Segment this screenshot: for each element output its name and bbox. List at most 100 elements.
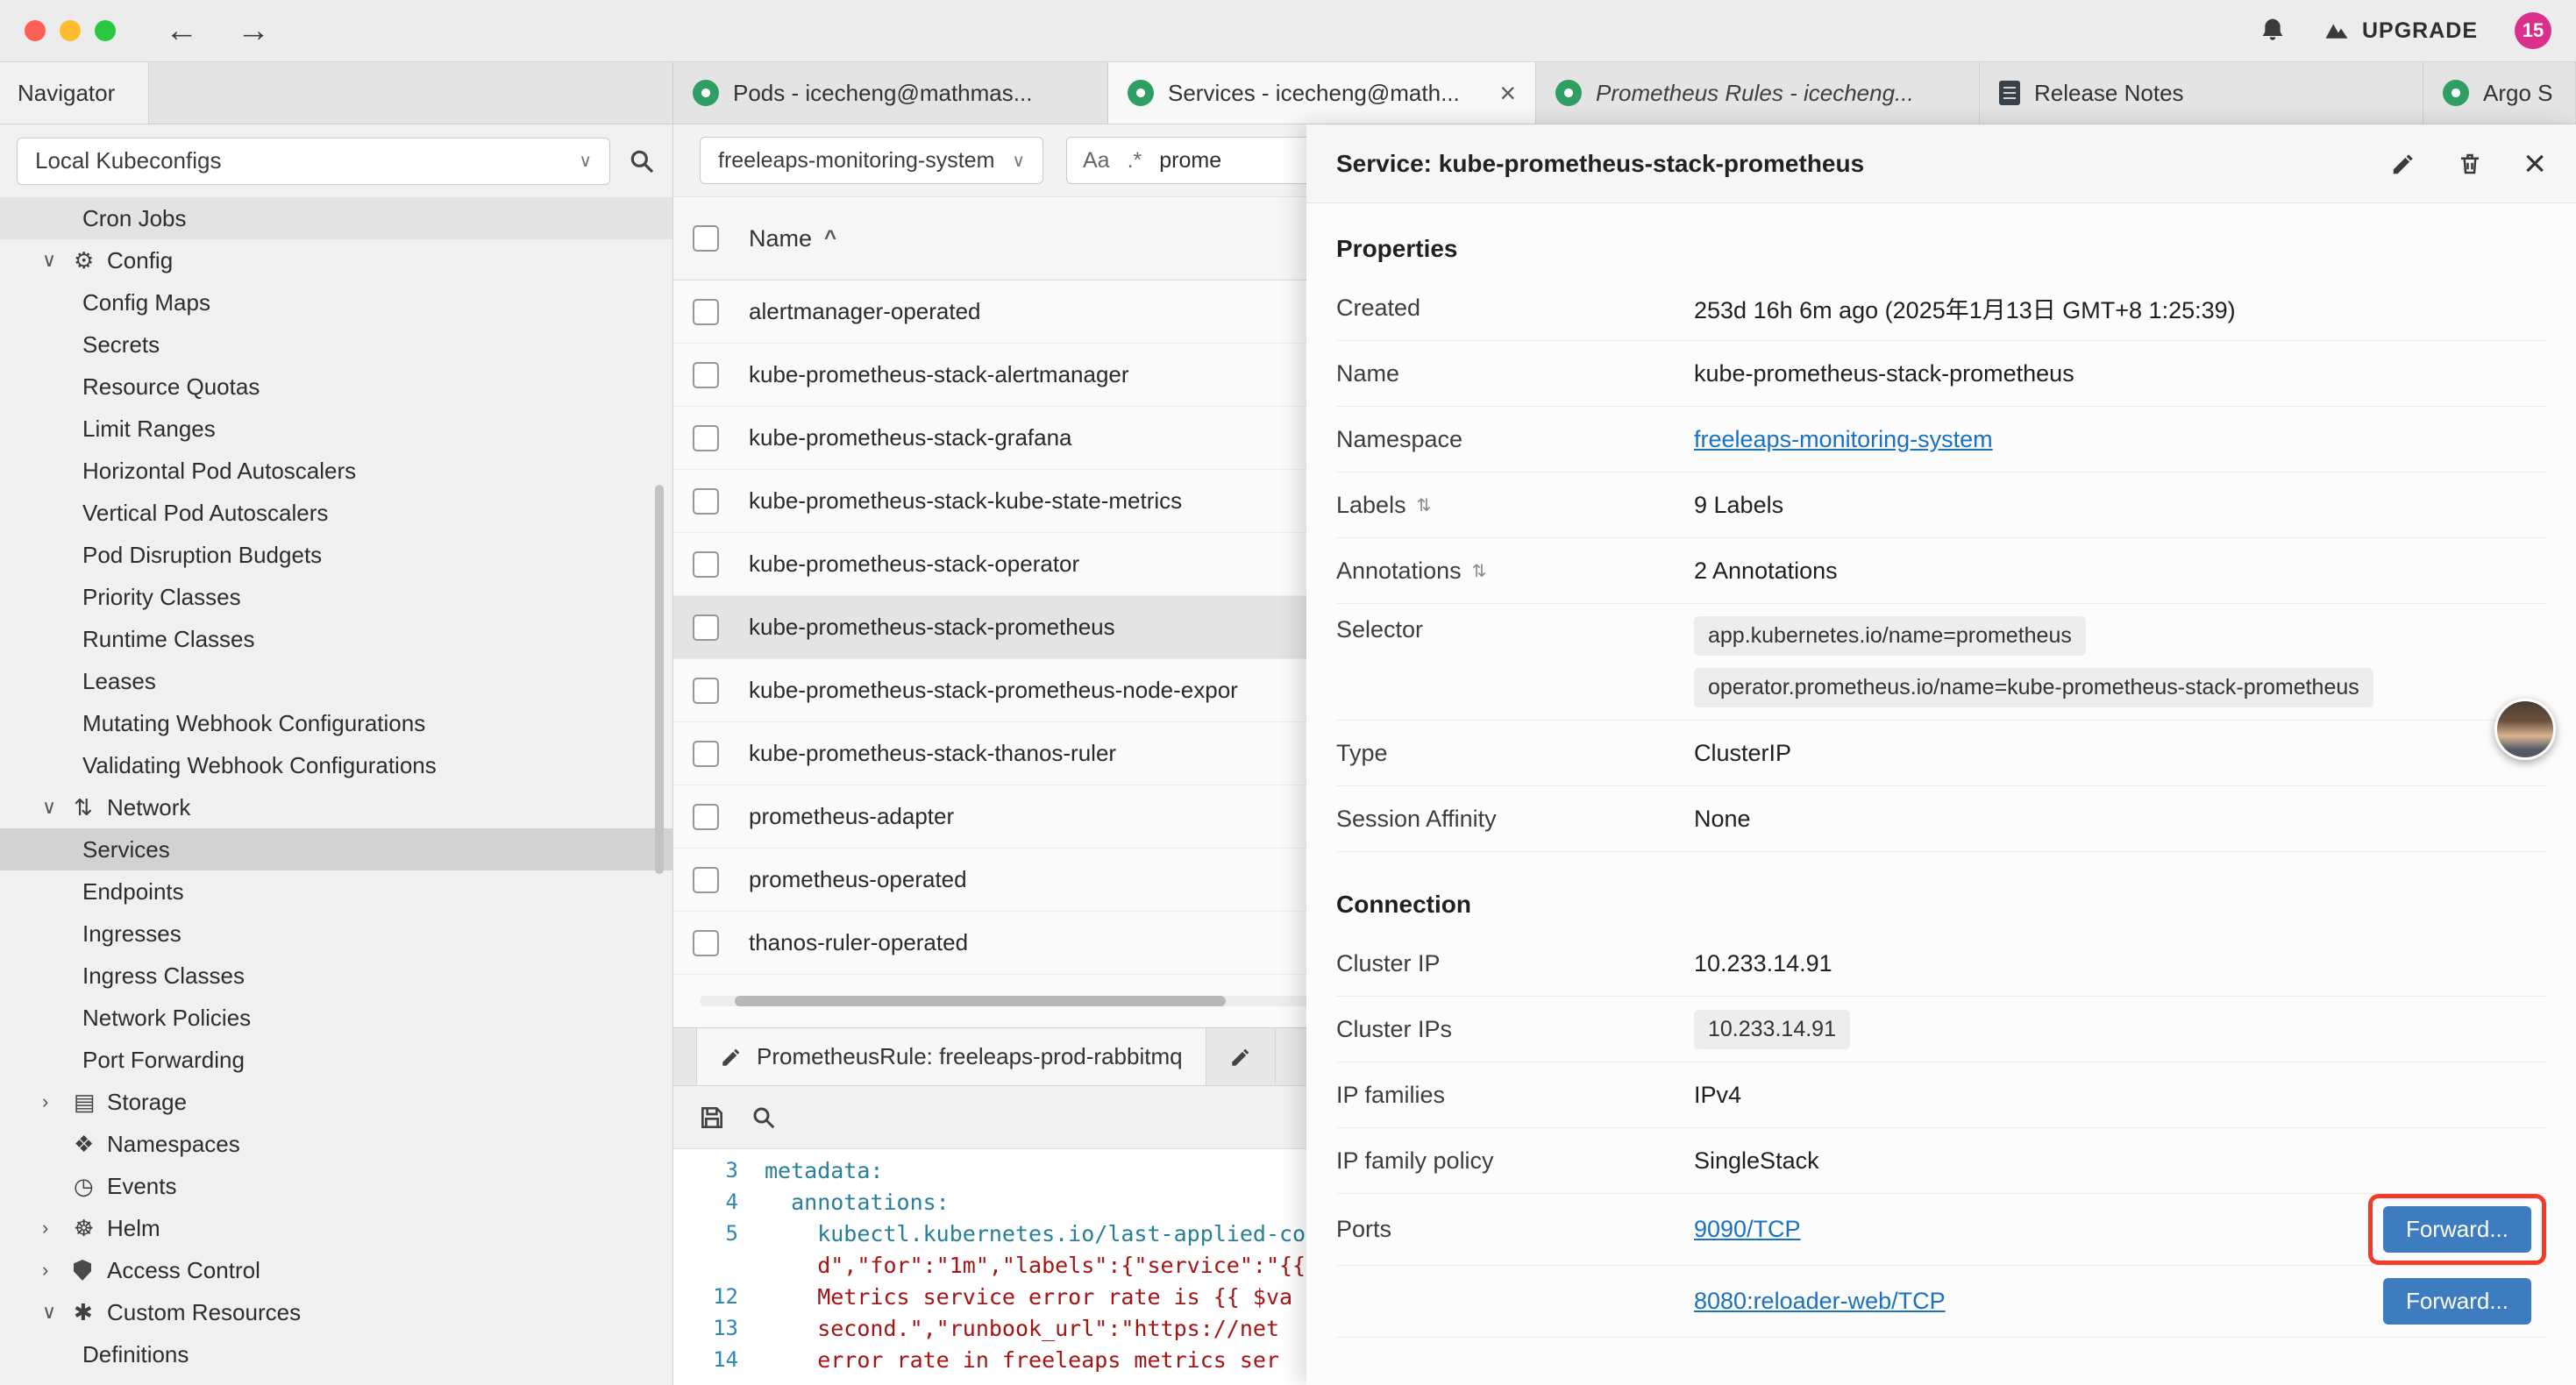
row-checkbox[interactable] xyxy=(693,299,719,325)
row-checkbox[interactable] xyxy=(693,425,719,451)
row-checkbox[interactable] xyxy=(693,551,719,578)
property-row-ports-2: 8080:reloader-web/TCP Forward... xyxy=(1336,1266,2546,1338)
tab-argo[interactable]: Argo S xyxy=(2423,62,2576,124)
sidebar-item-cron-jobs[interactable]: Cron Jobs xyxy=(0,197,672,239)
property-row-namespace: Namespace freeleaps-monitoring-system xyxy=(1336,407,2546,472)
sidebar-item-mutating-webhook-configurations[interactable]: Mutating Webhook Configurations xyxy=(0,702,672,744)
network-icon: ⇅ xyxy=(74,794,107,821)
sidebar-item-ingresses[interactable]: Ingresses xyxy=(0,913,672,955)
horizontal-scrollbar-thumb[interactable] xyxy=(735,996,1226,1006)
code-line: Metrics service error rate is {{ $va xyxy=(765,1284,1292,1310)
kubeconfig-select[interactable]: Local Kubeconfigs ∨ xyxy=(17,138,610,185)
match-case-toggle[interactable]: Aa xyxy=(1083,148,1110,174)
sidebar-item-endpoints[interactable]: Endpoints xyxy=(0,870,672,913)
row-checkbox[interactable] xyxy=(693,741,719,767)
sidebar-item-definitions[interactable]: Definitions xyxy=(0,1333,672,1375)
save-button[interactable] xyxy=(698,1104,726,1132)
upgrade-button[interactable]: UPGRADE xyxy=(2323,18,2478,44)
namespace-select[interactable]: freeleaps-monitoring-system ∨ xyxy=(700,137,1043,184)
port-link-8080-reloader-web[interactable]: 8080:reloader-web/TCP xyxy=(1694,1288,1946,1315)
sidebar-item-services[interactable]: Services xyxy=(0,828,672,870)
zoom-window-button[interactable] xyxy=(95,20,116,41)
tab-services[interactable]: Services - icecheng@math... × xyxy=(1108,62,1536,124)
drawer-title: Service: kube-prometheus-stack-prometheu… xyxy=(1336,150,1864,178)
tab-release-notes[interactable]: Release Notes xyxy=(1980,62,2423,124)
notification-bell-icon[interactable] xyxy=(2259,17,2287,45)
namespace-link[interactable]: freeleaps-monitoring-system xyxy=(1694,426,1993,453)
editor-search-button[interactable] xyxy=(751,1104,777,1131)
code-line: error rate in freeleaps metrics ser xyxy=(765,1347,1279,1373)
section-heading-properties: Properties xyxy=(1336,235,2546,263)
notification-count-badge[interactable]: 15 xyxy=(2515,12,2551,49)
row-checkbox[interactable] xyxy=(693,678,719,704)
forward-port-button[interactable]: Forward... xyxy=(2383,1278,2531,1325)
regex-toggle[interactable]: .* xyxy=(1128,148,1142,174)
sidebar-item-priority-classes[interactable]: Priority Classes xyxy=(0,576,672,618)
forward-button-wrap: Forward... xyxy=(2368,1266,2546,1337)
sidebar-item-runtime-classes[interactable]: Runtime Classes xyxy=(0,618,672,660)
dock-tab-partial[interactable] xyxy=(1206,1028,1276,1085)
sidebar-item-custom-resources[interactable]: ∨ ✱ Custom Resources xyxy=(0,1291,672,1333)
close-tab-icon[interactable]: × xyxy=(1499,79,1516,107)
sidebar-scrollbar[interactable] xyxy=(655,485,664,874)
sidebar-item-network-policies[interactable]: Network Policies xyxy=(0,997,672,1039)
row-checkbox[interactable] xyxy=(693,930,719,956)
forward-port-button[interactable]: Forward... xyxy=(2383,1206,2531,1253)
property-row-labels: Labels⇅ 9 Labels xyxy=(1336,472,2546,538)
sidebar-item-namespaces[interactable]: ❖ Namespaces xyxy=(0,1123,672,1165)
chevron-right-icon: › xyxy=(42,1217,74,1239)
property-row-cluster-ip: Cluster IP 10.233.14.91 xyxy=(1336,931,2546,997)
helm-icon: ☸ xyxy=(74,1215,107,1242)
kubernetes-cluster-icon xyxy=(2443,80,2469,106)
sidebar-item-events[interactable]: ◷ Events xyxy=(0,1165,672,1207)
edit-icon xyxy=(720,1046,743,1069)
navigator-tab[interactable]: Navigator xyxy=(0,62,149,124)
row-checkbox[interactable] xyxy=(693,614,719,641)
sidebar-item-validating-webhook-configurations[interactable]: Validating Webhook Configurations xyxy=(0,744,672,786)
sidebar-item-storage[interactable]: › ▤ Storage xyxy=(0,1081,672,1123)
back-button[interactable]: ← xyxy=(165,14,198,47)
sidebar-item-secrets[interactable]: Secrets xyxy=(0,323,672,366)
row-checkbox[interactable] xyxy=(693,867,719,893)
minimize-window-button[interactable] xyxy=(60,20,81,41)
delete-button[interactable] xyxy=(2457,151,2483,177)
row-checkbox[interactable] xyxy=(693,488,719,515)
select-all-checkbox[interactable] xyxy=(693,225,719,252)
sidebar-item-network[interactable]: ∨ ⇅ Network xyxy=(0,786,672,828)
sidebar-item-limit-ranges[interactable]: Limit Ranges xyxy=(0,408,672,450)
close-window-button[interactable] xyxy=(25,20,46,41)
chevron-down-icon: ∨ xyxy=(1012,150,1025,172)
config-icon: ⚙ xyxy=(74,247,107,274)
code-line: metadata: xyxy=(765,1158,883,1183)
sort-toggle-icon[interactable]: ⇅ xyxy=(1472,560,1487,582)
tab-prometheus-rules[interactable]: Prometheus Rules - icecheng... xyxy=(1536,62,1980,124)
sidebar-item-leases[interactable]: Leases xyxy=(0,660,672,702)
forward-button[interactable]: → xyxy=(237,14,270,47)
sidebar-item-pod-disruption-budgets[interactable]: Pod Disruption Budgets xyxy=(0,534,672,576)
dock-tab-prometheusrule[interactable]: PrometheusRule: freeleaps-prod-rabbitmq xyxy=(696,1028,1206,1085)
sidebar-item-config-maps[interactable]: Config Maps xyxy=(0,281,672,323)
kubernetes-cluster-icon xyxy=(693,80,719,106)
close-drawer-button[interactable]: × xyxy=(2523,145,2546,183)
row-checkbox[interactable] xyxy=(693,804,719,830)
sidebar-item-config[interactable]: ∨ ⚙ Config xyxy=(0,239,672,281)
row-checkbox[interactable] xyxy=(693,362,719,388)
sidebar-item-port-forwarding[interactable]: Port Forwarding xyxy=(0,1039,672,1081)
sidebar-search-icon[interactable] xyxy=(628,147,656,175)
sidebar-item-helm[interactable]: › ☸ Helm xyxy=(0,1207,672,1249)
sidebar-item-horizontal-pod-autoscalers[interactable]: Horizontal Pod Autoscalers xyxy=(0,450,672,492)
sidebar-item-vertical-pod-autoscalers[interactable]: Vertical Pod Autoscalers xyxy=(0,492,672,534)
sort-toggle-icon[interactable]: ⇅ xyxy=(1417,494,1432,516)
property-row-ip-families: IP families IPv4 xyxy=(1336,1062,2546,1128)
chevron-right-icon: › xyxy=(42,1259,74,1282)
kubernetes-cluster-icon xyxy=(1555,80,1582,106)
sidebar-item-access-control[interactable]: › Access Control xyxy=(0,1249,672,1291)
edit-button[interactable] xyxy=(2390,151,2416,177)
tab-pods[interactable]: Pods - icecheng@mathmas... xyxy=(673,62,1108,124)
sidebar-item-ingress-classes[interactable]: Ingress Classes xyxy=(0,955,672,997)
user-avatar[interactable] xyxy=(2494,699,2556,760)
sidebar-item-resource-quotas[interactable]: Resource Quotas xyxy=(0,366,672,408)
port-link-9090[interactable]: 9090/TCP xyxy=(1694,1216,1801,1243)
column-header-name[interactable]: Name ^ xyxy=(749,225,836,252)
property-row-annotations: Annotations⇅ 2 Annotations xyxy=(1336,538,2546,604)
